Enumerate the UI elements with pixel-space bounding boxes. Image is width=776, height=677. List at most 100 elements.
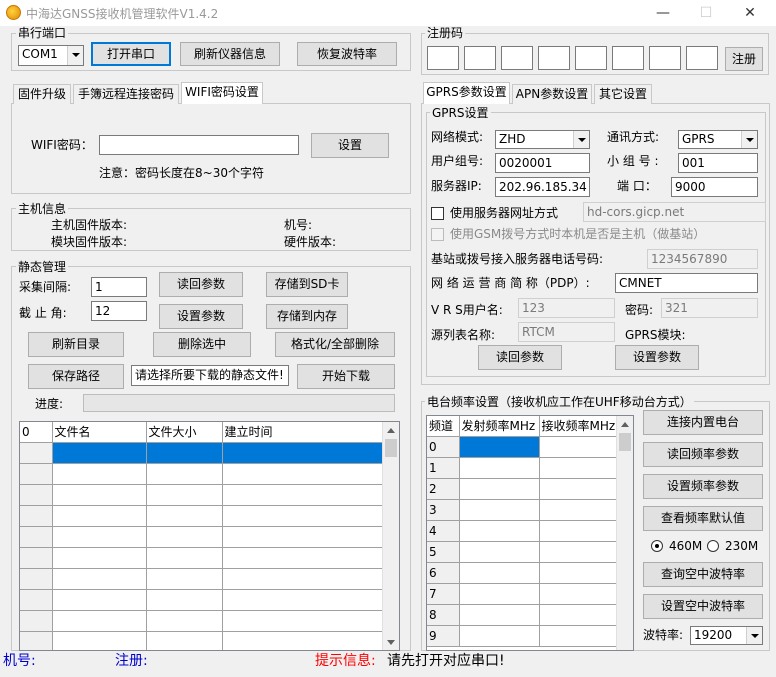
set-frequency-button[interactable]: 设置频率参数	[643, 474, 763, 499]
network-mode-select[interactable]: ZHD	[495, 130, 590, 149]
table-cell[interactable]	[52, 505, 147, 527]
register-code-box[interactable]	[686, 46, 718, 70]
static-table-header[interactable]: 0	[20, 422, 53, 443]
frequency-row[interactable]: 6	[427, 562, 618, 584]
radio-460m[interactable]	[651, 540, 663, 552]
table-cell[interactable]	[52, 547, 147, 569]
table-row[interactable]	[20, 610, 385, 632]
table-cell[interactable]	[146, 463, 223, 485]
refresh-directory-button[interactable]: 刷新目录	[28, 332, 124, 357]
subgroup-input[interactable]: 001	[678, 153, 758, 173]
rx-frequency-cell[interactable]	[539, 541, 618, 563]
table-cell[interactable]	[222, 631, 385, 650]
table-cell[interactable]	[222, 610, 385, 632]
table-cell[interactable]	[20, 589, 53, 611]
frequency-row[interactable]: 7	[427, 583, 618, 605]
comm-mode-select[interactable]: GPRS	[678, 130, 758, 149]
delete-selected-button[interactable]: 删除选中	[153, 332, 251, 357]
register-button[interactable]: 注册	[725, 47, 763, 71]
table-cell[interactable]	[146, 610, 223, 632]
table-cell[interactable]	[20, 484, 53, 506]
minimize-button[interactable]: —	[641, 0, 685, 26]
tx-frequency-cell[interactable]	[459, 499, 540, 521]
table-cell[interactable]	[52, 463, 147, 485]
start-download-button[interactable]: 开始下载	[297, 364, 395, 389]
server-ip-input[interactable]: 202.96.185.34	[495, 177, 590, 197]
register-code-box[interactable]	[649, 46, 681, 70]
connect-internal-radio-button[interactable]: 连接内置电台	[643, 410, 763, 435]
scroll-thumb[interactable]	[619, 433, 631, 451]
user-group-input[interactable]: 0020001	[495, 153, 590, 173]
static-set-params-button[interactable]: 设置参数	[159, 304, 243, 329]
rx-frequency-cell[interactable]	[539, 499, 618, 521]
table-row[interactable]	[20, 547, 385, 569]
table-cell[interactable]	[146, 442, 223, 464]
radio-230m[interactable]	[707, 540, 719, 552]
static-table-header[interactable]: 文件大小	[146, 422, 223, 443]
frequency-row[interactable]: 8	[427, 604, 618, 626]
port-select[interactable]: COM1	[18, 45, 84, 66]
register-code-box[interactable]	[612, 46, 644, 70]
save-path-button[interactable]: 保存路径	[28, 364, 124, 389]
table-row[interactable]	[20, 631, 385, 650]
register-code-box[interactable]	[427, 46, 459, 70]
table-cell[interactable]	[20, 442, 53, 464]
table-cell[interactable]	[146, 505, 223, 527]
maximize-button[interactable]: ☐	[684, 0, 728, 26]
table-cell[interactable]	[20, 526, 53, 548]
table-cell[interactable]	[52, 610, 147, 632]
table-cell[interactable]	[222, 505, 385, 527]
table-cell[interactable]	[146, 547, 223, 569]
table-cell[interactable]	[20, 610, 53, 632]
password-input[interactable]: 321	[661, 298, 758, 318]
table-cell[interactable]	[52, 589, 147, 611]
gprs-read-params-button[interactable]: 读回参数	[478, 345, 562, 370]
close-button[interactable]: ✕	[728, 0, 772, 26]
view-default-frequency-button[interactable]: 查看频率默认值	[643, 506, 763, 531]
table-cell[interactable]	[20, 505, 53, 527]
rx-frequency-cell[interactable]	[539, 625, 618, 647]
rx-frequency-cell[interactable]	[539, 436, 618, 458]
tx-frequency-cell[interactable]	[459, 562, 540, 584]
tx-frequency-cell[interactable]	[459, 583, 540, 605]
table-cell[interactable]	[222, 484, 385, 506]
table-cell[interactable]	[52, 568, 147, 590]
gprs-set-params-button[interactable]: 设置参数	[615, 345, 699, 370]
scroll-up-arrow-icon[interactable]	[387, 428, 395, 433]
rx-frequency-cell[interactable]	[539, 520, 618, 542]
tab-firmware-upgrade[interactable]: 固件升级	[13, 84, 71, 104]
tx-frequency-cell[interactable]	[459, 520, 540, 542]
tx-frequency-cell[interactable]	[459, 436, 540, 458]
frequency-row[interactable]: 5	[427, 541, 618, 563]
static-table-header[interactable]: 文件名	[52, 422, 147, 443]
table-cell[interactable]	[20, 547, 53, 569]
table-row[interactable]	[20, 463, 385, 485]
format-delete-all-button[interactable]: 格式化/全部删除	[275, 332, 395, 357]
table-cell[interactable]	[222, 568, 385, 590]
scroll-thumb[interactable]	[385, 439, 397, 457]
rx-frequency-cell[interactable]	[539, 583, 618, 605]
table-row[interactable]	[20, 526, 385, 548]
use-gsm-checkbox[interactable]	[431, 228, 444, 241]
source-list-input[interactable]: RTCM	[518, 322, 615, 342]
tx-frequency-cell[interactable]	[459, 625, 540, 647]
tx-frequency-cell[interactable]	[459, 457, 540, 479]
table-cell[interactable]	[146, 526, 223, 548]
file-table-scrollbar[interactable]	[382, 422, 399, 650]
refresh-instrument-info-button[interactable]: 刷新仪器信息	[180, 42, 280, 66]
cutoff-angle-input[interactable]: 12	[91, 301, 147, 321]
pdp-input[interactable]: CMNET	[615, 273, 758, 293]
tx-frequency-cell[interactable]	[459, 478, 540, 500]
table-cell[interactable]	[146, 589, 223, 611]
tab-apn-settings[interactable]: APN参数设置	[512, 84, 592, 104]
tx-frequency-cell[interactable]	[459, 604, 540, 626]
table-cell[interactable]	[222, 442, 385, 464]
vrs-username-input[interactable]: 123	[518, 298, 615, 318]
register-code-box[interactable]	[575, 46, 607, 70]
scroll-down-arrow-icon[interactable]	[387, 640, 395, 645]
wifi-password-input[interactable]	[99, 135, 299, 155]
frequency-row[interactable]: 1	[427, 457, 618, 479]
table-cell[interactable]	[20, 568, 53, 590]
tx-frequency-cell[interactable]	[459, 541, 540, 563]
frequency-row[interactable]: 9	[427, 625, 618, 647]
